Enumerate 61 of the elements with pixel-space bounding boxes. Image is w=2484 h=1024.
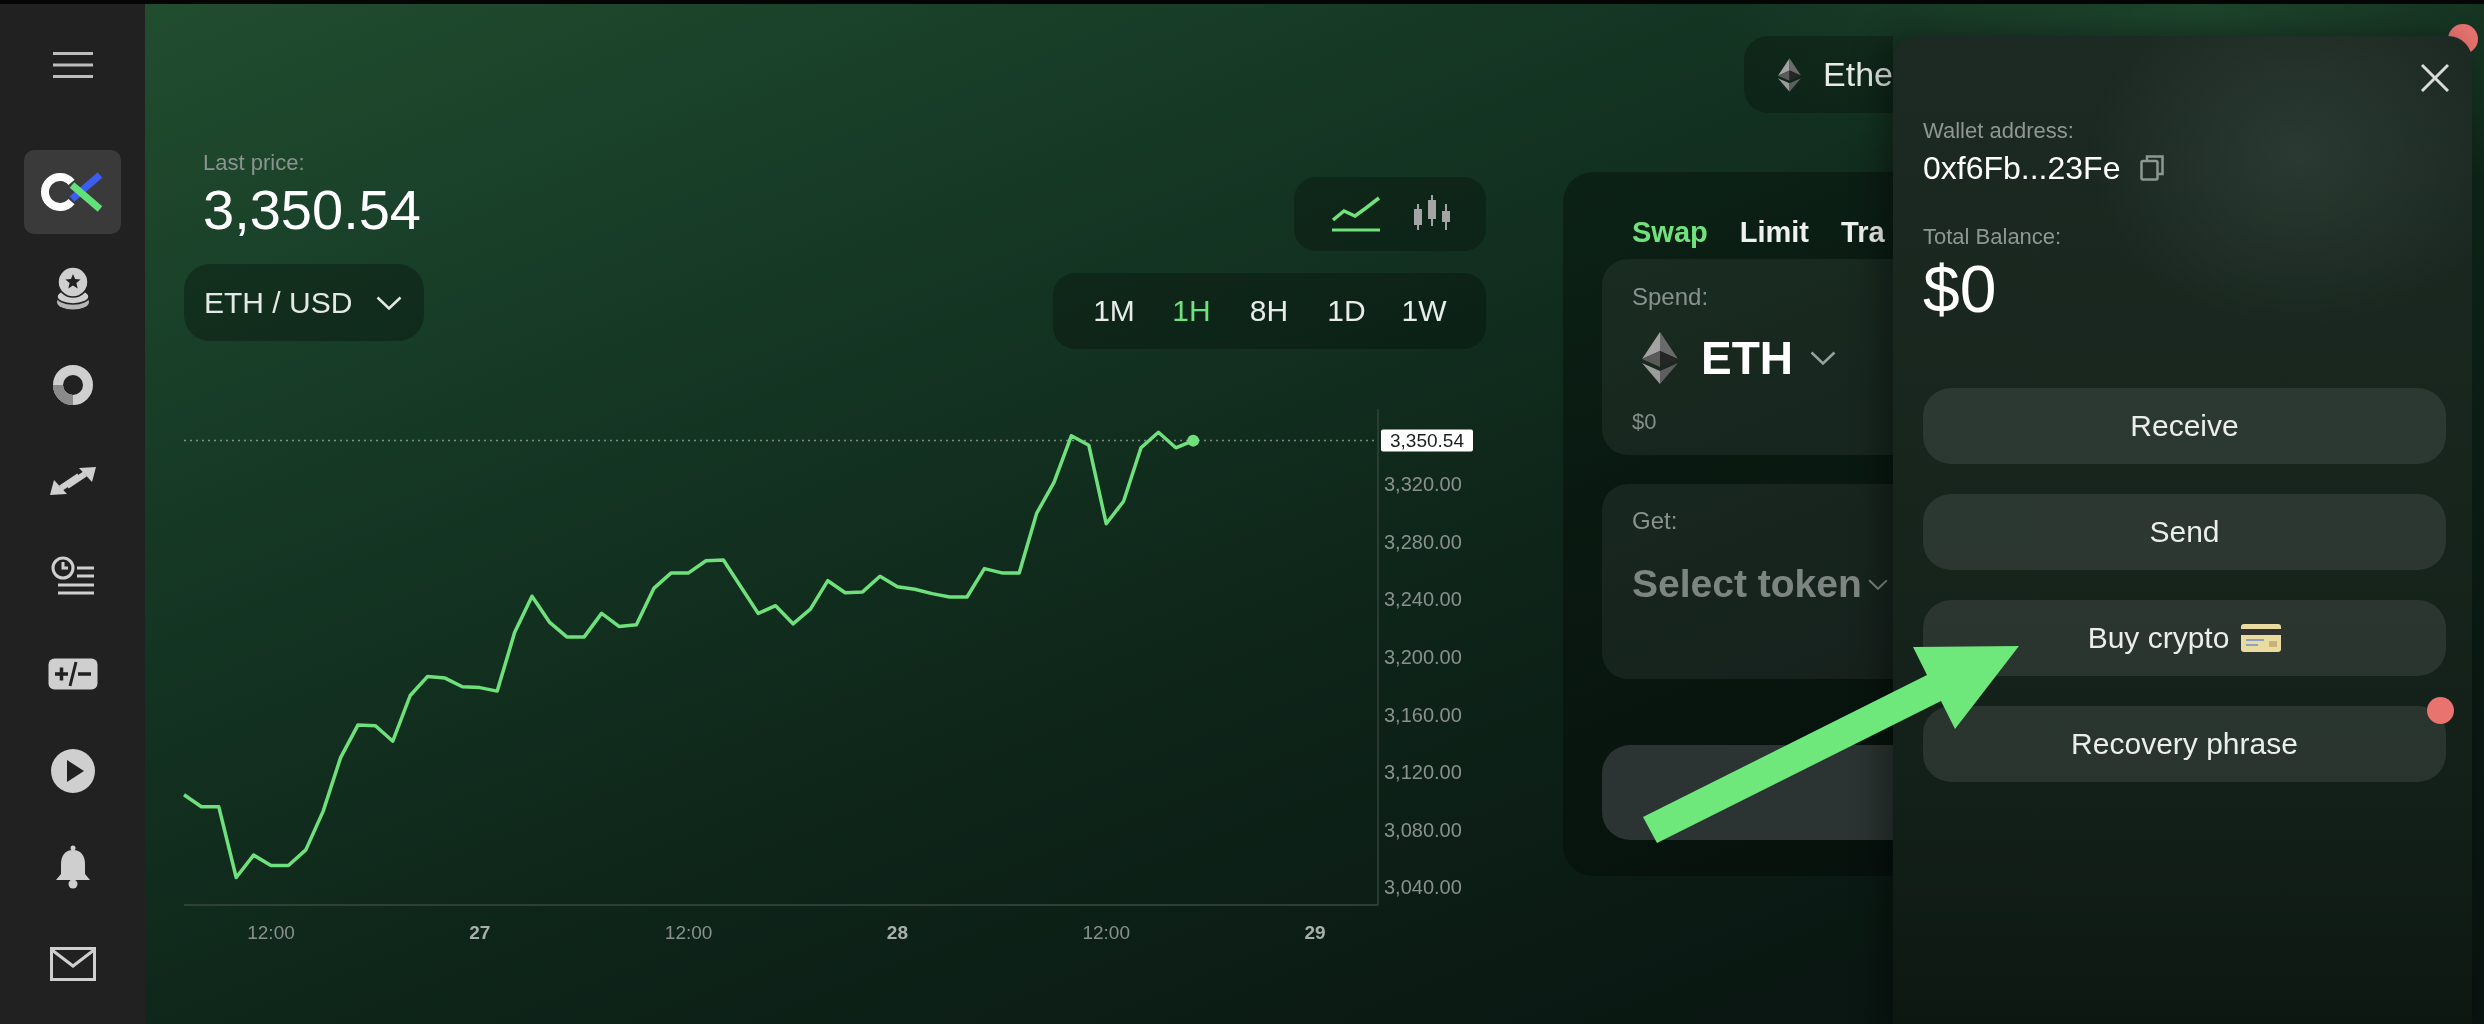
axis-label: 12:00 (247, 921, 295, 943)
copy-icon (2140, 155, 2165, 181)
credit-card-icon (2241, 624, 2282, 652)
total-balance-value: $0 (1923, 254, 1997, 324)
axis-label: 3,160.00 (1384, 703, 1462, 726)
timeframe-tab[interactable]: 1W (1398, 289, 1450, 333)
timeframe-tab[interactable]: 1H (1165, 289, 1218, 333)
axis-label: 3,280.00 (1384, 531, 1462, 553)
token-select-button[interactable]: Select token (1632, 561, 1888, 607)
axis-label: 27 (469, 921, 491, 943)
token-select-button[interactable]: ETH (1632, 332, 1836, 384)
swap-tab[interactable]: Swap (1632, 212, 1708, 252)
timeframe-tab[interactable]: 1D (1320, 289, 1373, 333)
axis-label: 29 (1304, 921, 1326, 943)
menu-button[interactable] (52, 51, 93, 79)
axis-label: 3,080.00 (1384, 818, 1462, 841)
axis-label: 3,320.00 (1384, 473, 1462, 496)
last-price-label: Last price: (203, 150, 305, 175)
axis-label: 12:00 (664, 921, 713, 943)
eth-icon (1642, 332, 1678, 384)
plus-minus-icon (46, 657, 99, 691)
wallet-action-button[interactable]: Receive (1923, 388, 2446, 464)
wallet-address-label: Wallet address: (1923, 118, 2074, 144)
chevron-down-icon (376, 295, 403, 310)
axis-label: 3,120.00 (1384, 761, 1462, 783)
wallet-action-button[interactable]: Recovery phrase (1923, 706, 2446, 782)
spend-label: Spend: (1632, 283, 1709, 311)
swap-tab[interactable]: Limit (1739, 212, 1810, 252)
spend-value: $0 (1632, 409, 1657, 435)
axis-label: 3,240.00 (1384, 588, 1462, 611)
pair-selector[interactable]: ETH / USD (184, 264, 425, 341)
wallet-action-button[interactable]: Send (1923, 494, 2446, 570)
mail-icon (49, 946, 96, 981)
axis-label: 3,200.00 (1384, 646, 1462, 668)
menu-icon (52, 51, 93, 79)
total-balance-label: Total Balance: (1923, 224, 2062, 250)
chevron-down-icon (1867, 578, 1888, 590)
last-price-value: 3,350.54 (203, 180, 421, 240)
endpoint-dot-icon (1187, 434, 1200, 447)
axis-label: 3,040.00 (1384, 876, 1462, 899)
close-button[interactable] (2420, 63, 2450, 93)
sidebar-item[interactable] (24, 149, 121, 234)
line-chart-icon (1331, 196, 1381, 232)
chevron-down-icon (1810, 351, 1836, 365)
axis-label: 28 (886, 921, 908, 943)
get-label: Get: (1632, 507, 1678, 535)
play-icon (50, 748, 95, 793)
swap-arrows-icon (48, 466, 97, 496)
wallet-action-button[interactable]: Buy crypto (1923, 600, 2446, 676)
last-price-tag: 3,350.54 (1381, 429, 1473, 452)
ref-line-label: 3,350.54 (1390, 430, 1465, 452)
copy-button[interactable] (2140, 155, 2165, 181)
axis-label: 12:00 (1082, 921, 1130, 943)
timeframe-tab[interactable]: 8H (1243, 289, 1295, 333)
network-selector[interactable]: Ethe (1744, 36, 1893, 113)
chart-type-button[interactable] (1331, 196, 1381, 232)
swap-tab[interactable]: Tra (1841, 212, 1885, 252)
timeframe-tab[interactable]: 1M (1088, 289, 1140, 333)
close-icon (2420, 63, 2450, 93)
donut-chart-icon (52, 364, 93, 405)
wallet-address: 0xf6Fb...23Fe (1923, 149, 2121, 187)
